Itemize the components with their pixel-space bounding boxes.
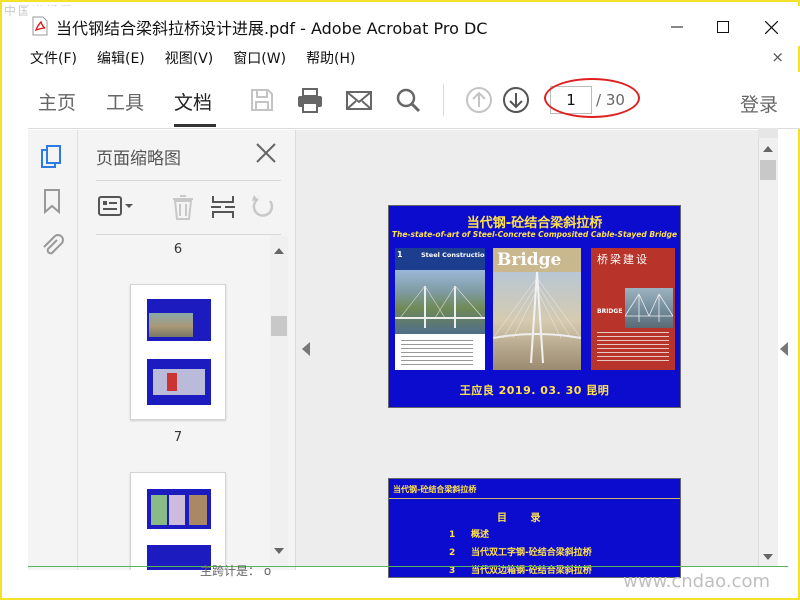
acrobat-pdf-icon: [32, 16, 48, 36]
email-icon[interactable]: [345, 86, 373, 114]
panel-divider-2: [96, 234, 281, 235]
doc-scroll-up-arrow[interactable]: [759, 142, 777, 156]
thumbnail-list: 6 7: [78, 236, 278, 570]
thumbnail-slide-image: [147, 299, 211, 341]
scrollbar-top-cap: [758, 128, 778, 138]
collapse-left-icon[interactable]: [302, 342, 312, 356]
close-window-button[interactable]: [748, 14, 794, 40]
navigation-rail: [28, 130, 78, 570]
chevron-down-icon: [274, 548, 284, 554]
slide2-heading: 目 录: [497, 513, 551, 524]
cover-steel-construction: 1 Steel Construction: [395, 248, 485, 370]
menu-window[interactable]: 窗口(W): [233, 48, 286, 68]
cover-bridge: Bridge: [493, 248, 581, 370]
slide-author-line: 王应良 2019. 03. 30 昆明: [459, 384, 610, 397]
thumbnail-slide-image: [147, 359, 211, 405]
panel-toolbar: [96, 190, 286, 224]
login-button[interactable]: 登录: [740, 90, 778, 117]
slide-subtitle: The-state-of-art of Steel-Concrete Compo…: [391, 230, 678, 239]
delete-page-icon[interactable]: [168, 192, 198, 222]
thumbnail-slide-image: [147, 489, 211, 529]
document-scrollbar[interactable]: [758, 130, 778, 566]
thumbnail-page-label: 7: [173, 430, 183, 445]
rotate-page-icon[interactable]: [248, 192, 278, 222]
watermark-bottom-right: www.cndao.com: [623, 571, 770, 592]
maximize-button[interactable]: [700, 14, 746, 40]
minimize-icon: [671, 26, 683, 28]
panel-divider: [96, 180, 281, 181]
save-icon[interactable]: [248, 86, 276, 114]
search-icon[interactable]: [394, 86, 422, 114]
scroll-up-arrow[interactable]: [270, 244, 288, 258]
menu-bar: 文件(F) 编辑(E) 视图(V) 窗口(W) 帮助(H) ×: [28, 46, 800, 70]
menu-help[interactable]: 帮助(H): [306, 48, 355, 68]
tab-tools[interactable]: 工具: [106, 88, 144, 115]
page-thumbnails-icon[interactable]: [39, 144, 65, 170]
page-up-icon[interactable]: [465, 86, 493, 114]
toc-item: 3 当代双边箱钢-砼结合梁斜拉桥: [449, 566, 592, 576]
page-down-icon[interactable]: [502, 86, 530, 114]
annotation-highlight-ellipse: [544, 78, 640, 118]
toc-item: 1 概述: [449, 530, 490, 540]
minimize-button[interactable]: [654, 14, 700, 40]
chevron-up-icon: [763, 146, 773, 152]
panel-title: 页面缩略图: [96, 149, 181, 169]
collapse-right-icon[interactable]: [780, 342, 790, 356]
maximize-icon: [717, 21, 729, 33]
toc-item: 2 当代双工字钢-砼结合梁斜拉桥: [449, 548, 592, 558]
chevron-down-icon: [763, 554, 773, 560]
window-title: 当代钢结合梁斜拉桥设计进展.pdf - Adobe Acrobat Pro DC: [56, 19, 488, 38]
pdf-page-1: 当代钢-砼结合梁斜拉桥 The-state-of-art of Steel-Co…: [388, 205, 681, 408]
tab-document[interactable]: 文档: [174, 88, 212, 115]
pdf-page-2: 当代钢-砼结合梁斜拉桥 目 录 1 概述 2 当代双工字钢-砼结合梁斜拉桥 3 当代双…: [388, 478, 681, 578]
thumbnail-page[interactable]: [130, 472, 226, 570]
menu-edit[interactable]: 编辑(E): [97, 48, 145, 68]
toolbar: 主页 工具 文档 1 / 30 登录: [28, 72, 800, 129]
active-tab-indicator: [174, 124, 216, 127]
close-icon: [764, 20, 778, 34]
cover-qiaoliang-jianshe: 桥梁建设 BRIDGE: [591, 248, 675, 370]
attachment-icon[interactable]: [39, 232, 65, 258]
print-icon[interactable]: [296, 86, 324, 114]
chevron-up-icon: [274, 248, 284, 254]
bottom-clipped-text: 主跨计是： o: [200, 564, 272, 578]
tab-home[interactable]: 主页: [38, 88, 76, 115]
insert-page-icon[interactable]: [208, 192, 238, 222]
thumbnail-scrollbar[interactable]: [270, 236, 288, 566]
bookmark-icon[interactable]: [39, 188, 65, 214]
menu-file[interactable]: 文件(F): [30, 48, 77, 68]
doc-scroll-down-arrow[interactable]: [759, 550, 777, 564]
scroll-down-arrow[interactable]: [270, 544, 288, 558]
close-document-button[interactable]: ×: [771, 48, 784, 66]
document-scroll-thumb[interactable]: [760, 160, 776, 180]
thumbnail-scroll-thumb[interactable]: [271, 316, 287, 336]
title-bar: 当代钢结合梁斜拉桥设计进展.pdf - Adobe Acrobat Pro DC: [28, 6, 800, 46]
slide-title: 当代钢-砼结合梁斜拉桥: [466, 216, 603, 231]
slide2-header-rule: [389, 498, 680, 499]
thumbnail-options-icon[interactable]: [96, 192, 136, 222]
close-panel-icon[interactable]: [255, 142, 277, 164]
status-divider: [28, 566, 788, 567]
thumbnail-page[interactable]: [130, 284, 226, 420]
slide2-header: 当代钢-砼结合梁斜拉桥: [393, 485, 477, 494]
toolbar-separator: [443, 84, 444, 116]
menu-view[interactable]: 视图(V): [165, 48, 214, 68]
thumbnail-page-label: 6: [173, 242, 183, 257]
